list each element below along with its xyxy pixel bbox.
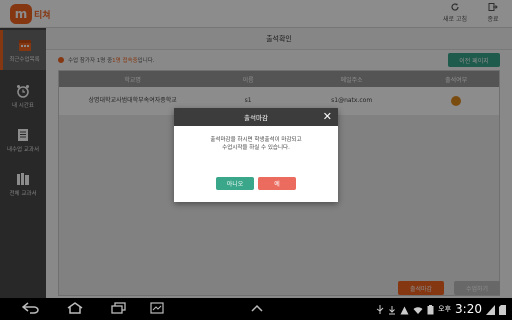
chevron-up-icon[interactable] bbox=[250, 302, 264, 318]
warning-icon bbox=[400, 300, 409, 319]
back-icon[interactable] bbox=[21, 302, 40, 318]
dialog-message: 출석마감을 하시면 학생출석이 마감되고 수업시작을 하실 수 있습니다. bbox=[174, 126, 338, 152]
no-button[interactable]: 아니오 bbox=[216, 177, 254, 190]
battery-icon bbox=[427, 300, 434, 319]
dialog-title: 출석마감 bbox=[244, 114, 268, 122]
close-icon[interactable]: ✕ bbox=[323, 111, 332, 123]
clock-ampm: 오후 bbox=[438, 305, 452, 313]
signal-icon bbox=[486, 300, 495, 319]
usb-icon bbox=[376, 300, 384, 319]
clock-time: 3:20 bbox=[455, 302, 482, 316]
sd-card-icon bbox=[499, 300, 506, 319]
yes-button[interactable]: 예 bbox=[258, 177, 296, 190]
close-attendance-dialog: 출석마감 ✕ 출석마감을 하시면 학생출석이 마감되고 수업시작을 하실 수 있… bbox=[174, 108, 338, 202]
wifi-icon bbox=[413, 300, 423, 319]
dialog-message-line: 출석마감을 하시면 학생출석이 마감되고 bbox=[210, 137, 302, 143]
screenshot-icon[interactable] bbox=[150, 302, 164, 318]
dialog-buttons: 아니오 예 bbox=[174, 177, 338, 190]
download-icon bbox=[388, 300, 396, 319]
dialog-message-line: 수업시작을 하실 수 있습니다. bbox=[222, 145, 290, 151]
status-area[interactable]: 오후 3:20 bbox=[376, 301, 506, 317]
dialog-header: 출석마감 ✕ bbox=[174, 108, 338, 126]
recent-apps-icon[interactable] bbox=[110, 302, 128, 318]
system-nav-bar: 오후 3:20 bbox=[0, 298, 512, 320]
home-icon[interactable] bbox=[66, 302, 84, 318]
